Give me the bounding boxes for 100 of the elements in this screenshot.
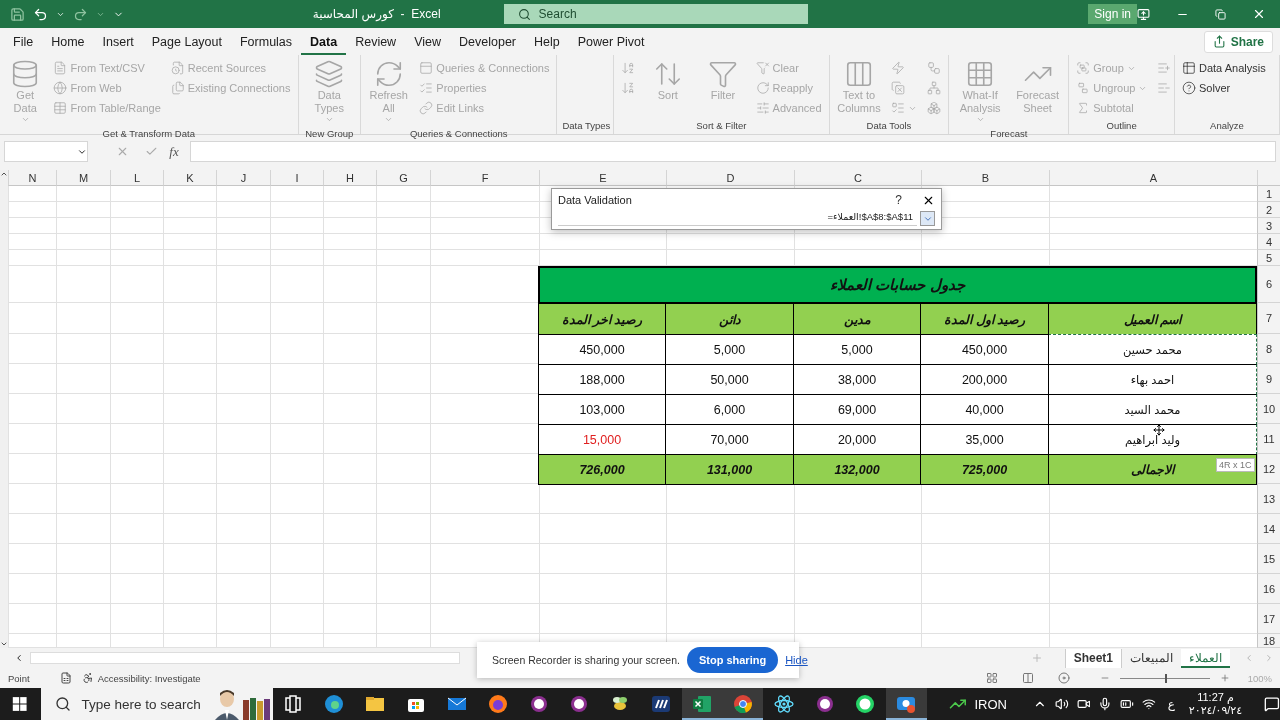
speaker-icon[interactable] [1054,697,1069,711]
menu-tab[interactable]: View [405,28,451,55]
row-header[interactable]: 6 [1257,266,1280,303]
column-header[interactable]: I [270,170,323,186]
group-label: Get & Transform Data [101,127,196,141]
column-header[interactable]: F [430,170,539,186]
search-field[interactable]: Search [503,4,809,24]
search-icon [517,7,531,21]
accessibility-status[interactable]: Accessibility: Investigate [97,672,201,684]
remove-duplicates-icon [891,81,906,95]
taskbar-search-field[interactable]: Type here to search [41,688,273,720]
menu-tab[interactable]: Power Pivot [568,28,654,55]
row-header[interactable]: 4 [1257,234,1280,250]
language-indicator[interactable]: ع [1167,697,1175,711]
row-header[interactable]: 1 [1257,186,1280,202]
menu-tab[interactable]: Review [346,28,406,55]
column-header[interactable]: M [56,170,110,186]
menu-tab[interactable]: Home [42,28,94,55]
row-header[interactable]: 5 [1257,250,1280,266]
notifications-icon[interactable] [1264,696,1280,712]
clock-time: 11:27 م [1197,691,1234,704]
share-button[interactable]: Share [1203,30,1273,53]
column-header[interactable]: L [110,170,163,186]
list-plus-icon [1157,61,1172,75]
taskbar-app[interactable] [722,688,764,720]
column-header[interactable]: D [666,170,794,186]
grid-cell [216,394,270,424]
menu-tab[interactable]: Help [525,28,569,55]
column-header[interactable]: B [921,170,1049,186]
scroll-down-icon[interactable] [0,640,8,648]
battery-icon[interactable] [1120,697,1134,711]
undo-icon[interactable] [33,6,48,22]
row-header[interactable]: 14 [1257,514,1280,544]
macro-icon[interactable] [59,672,72,684]
row-header[interactable]: 7 [1257,303,1280,334]
column-header[interactable]: C [794,170,921,186]
taskbar-app[interactable] [681,688,723,720]
flash-icon [891,61,906,75]
formula-field[interactable] [190,141,1276,162]
page-layout-icon[interactable] [1021,672,1034,684]
ribbon-button[interactable]: Solver [1180,79,1268,97]
column-header[interactable]: J [216,170,270,186]
table-icon [53,101,68,115]
menu-tab[interactable]: Data [301,28,347,55]
wifi-icon[interactable] [1141,697,1156,711]
column-header[interactable]: E [539,170,666,186]
row-header[interactable]: 12 [1257,454,1280,484]
sheet-tab[interactable]: العملاء [1181,648,1230,668]
save-icon[interactable] [10,6,25,22]
accessibility-icon[interactable] [81,672,94,684]
column-header[interactable]: K [163,170,216,186]
column-header[interactable]: N [8,170,56,186]
stock-widget[interactable]: IRON [974,696,1007,712]
row-header[interactable]: 17 [1257,604,1280,634]
grid-cell [216,303,270,334]
restore-icon[interactable] [1215,8,1226,20]
column-header[interactable]: A [1049,170,1257,186]
menu-tab[interactable]: File [4,28,43,55]
sheet-tab[interactable]: Sheet1 [1064,648,1122,668]
camera-icon[interactable] [1076,697,1091,711]
row-header[interactable]: 18 [1257,634,1280,648]
normal-view-icon[interactable] [985,672,998,684]
taskbar-app[interactable] [885,688,927,720]
grid-cell [110,334,163,364]
menu-tab[interactable]: Insert [93,28,143,55]
row-header[interactable]: 16 [1257,574,1280,604]
row-header[interactable]: 15 [1257,544,1280,574]
row-header[interactable]: 10 [1257,394,1280,424]
grid-cell [56,186,110,202]
scroll-left-icon[interactable] [14,653,24,663]
row-header[interactable]: 3 [1257,218,1280,234]
ribbon-button[interactable]: Data Analysis [1180,59,1268,77]
redo-icon[interactable] [73,6,88,22]
check-icon[interactable] [145,145,158,158]
help-button[interactable]: ? [895,193,902,207]
page-break-icon[interactable] [1057,672,1070,684]
column-header[interactable]: G [376,170,430,186]
row-header[interactable]: 13 [1257,484,1280,514]
menu-tab[interactable]: Formulas [230,28,302,55]
menu-tab[interactable]: Developer [450,28,525,55]
total-cell: 131,000 [665,454,794,485]
clock[interactable]: 11:27 م ٢٠٢٤/٠٩/٢٤ [1188,691,1243,717]
horizontal-scrollbar[interactable] [30,652,460,664]
row-header[interactable]: 11 [1257,424,1280,454]
hide-link[interactable]: Hide [785,654,808,666]
grid-cell [110,364,163,394]
grid-cell [270,250,323,266]
zoom-thumb[interactable] [1164,673,1167,683]
row-header[interactable]: 9 [1257,364,1280,394]
row-header[interactable]: 2 [1257,202,1280,218]
microphone-icon[interactable] [1098,697,1113,711]
sheet-tab[interactable]: المبيعات [1122,648,1181,668]
column-header[interactable]: H [323,170,376,186]
scroll-up-icon[interactable] [0,170,8,178]
menu-tab[interactable]: Page Layout [142,28,231,55]
stop-sharing-button[interactable]: Stop sharing [686,647,779,673]
row-header[interactable]: 8 [1257,334,1280,364]
range-field[interactable]: =العملاء!$A$8:$A$11 [558,211,917,226]
function-button[interactable]: fx [162,143,186,160]
ribbon-display-icon[interactable] [1137,7,1150,21]
